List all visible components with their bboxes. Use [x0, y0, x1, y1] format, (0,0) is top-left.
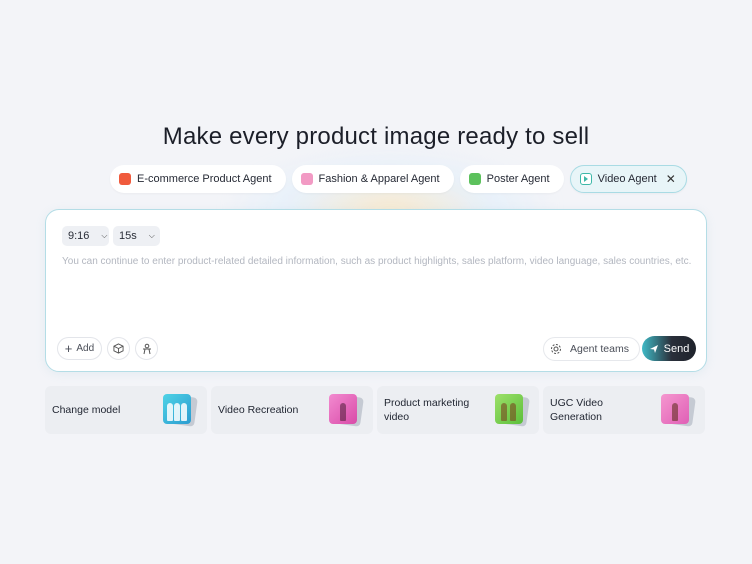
aspect-ratio-select[interactable]: 9:16 ⌵: [62, 226, 109, 246]
gear-icon: [551, 344, 561, 354]
agent-teams-label: Agent teams: [570, 343, 629, 355]
add-label: Add: [76, 343, 95, 354]
task-thumbnail: [495, 394, 523, 424]
poster-icon: [468, 173, 481, 185]
quick-task-list: Change model Video Recreation Product ma…: [45, 386, 705, 434]
task-card-ugc-video-generation[interactable]: UGC Video Generation: [543, 386, 705, 434]
car-icon: [119, 173, 131, 185]
agent-chip-label: Video Agent: [597, 173, 657, 185]
agent-teams-button[interactable]: Agent teams: [543, 337, 640, 361]
chevron-down-icon: ⌵: [148, 231, 155, 240]
agent-chip-label: Poster Agent: [486, 173, 550, 185]
task-thumbnail: [329, 394, 357, 424]
agent-chip-label: E-commerce Product Agent: [137, 173, 272, 185]
task-card-change-model[interactable]: Change model: [45, 386, 207, 434]
prompt-input[interactable]: You can continue to enter product-relate…: [62, 254, 702, 269]
plus-icon: +: [64, 341, 73, 356]
agent-chip-video[interactable]: Video Agent ✕: [569, 165, 687, 193]
task-card-label: Video Recreation: [218, 404, 299, 416]
duration-value: 15s: [119, 230, 137, 242]
task-card-video-recreation[interactable]: Video Recreation: [211, 386, 373, 434]
agent-chip-fashion[interactable]: Fashion & Apparel Agent: [291, 165, 454, 193]
agent-chip-poster[interactable]: Poster Agent: [459, 165, 564, 193]
task-card-product-marketing-video[interactable]: Product marketing video: [377, 386, 539, 434]
person-icon: [142, 343, 151, 354]
close-icon[interactable]: ✕: [666, 172, 676, 186]
add-button[interactable]: + Add: [57, 337, 102, 360]
paper-plane-icon: [649, 344, 658, 353]
agent-chip-label: Fashion & Apparel Agent: [318, 173, 440, 185]
task-thumbnail: [163, 394, 191, 424]
duration-select[interactable]: 15s ⌵: [113, 226, 160, 246]
task-card-label: Product marketing video: [384, 397, 470, 423]
prompt-composer: 9:16 ⌵ 15s ⌵ You can continue to enter p…: [45, 209, 707, 372]
task-card-label: UGC Video Generation: [550, 397, 603, 423]
agent-selector: E-commerce Product Agent Fashion & Appar…: [110, 165, 687, 193]
agent-chip-ecommerce[interactable]: E-commerce Product Agent: [110, 165, 286, 193]
cube-icon: [113, 343, 124, 354]
task-thumbnail: [661, 394, 689, 424]
task-card-label: Change model: [52, 404, 121, 416]
product-button[interactable]: [107, 337, 130, 360]
composer-tools: + Add: [57, 337, 158, 360]
dress-icon: [300, 173, 313, 185]
video-icon: [579, 173, 592, 185]
model-button[interactable]: [135, 337, 158, 360]
page-title: Make every product image ready to sell: [162, 123, 590, 150]
send-label: Send: [663, 342, 690, 355]
aspect-ratio-value: 9:16: [68, 230, 90, 242]
send-button[interactable]: Send: [642, 336, 696, 361]
chevron-down-icon: ⌵: [101, 231, 108, 240]
